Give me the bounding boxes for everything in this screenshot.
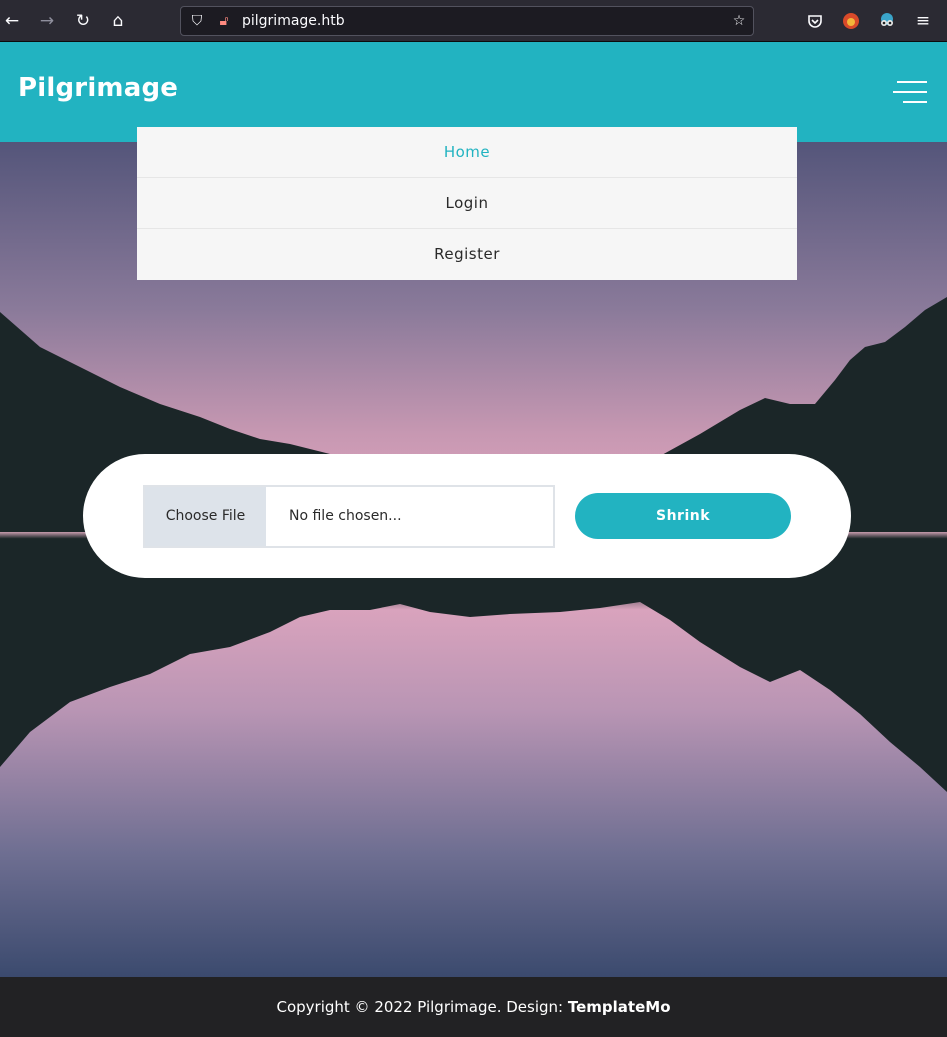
- lock-warning-icon[interactable]: 🔓︎: [214, 11, 234, 31]
- upload-form: Choose File No file chosen... Shrink: [83, 454, 851, 578]
- file-input[interactable]: Choose File No file chosen...: [143, 485, 555, 548]
- menu-item-login[interactable]: Login: [137, 178, 797, 229]
- extension-icon[interactable]: [875, 9, 899, 33]
- shrink-button[interactable]: Shrink: [575, 493, 791, 539]
- menu-item-register[interactable]: Register: [137, 229, 797, 280]
- nav-dropdown-menu: Home Login Register: [137, 127, 797, 280]
- menu-icon[interactable]: ≡: [911, 9, 935, 33]
- menu-item-home[interactable]: Home: [137, 127, 797, 178]
- templatemo-link[interactable]: TemplateMo: [568, 998, 671, 1016]
- site-footer: Copyright © 2022 Pilgrimage. Design: Tem…: [0, 977, 947, 1037]
- pocket-icon[interactable]: [803, 9, 827, 33]
- copyright-text: Copyright © 2022 Pilgrimage. Design:: [276, 998, 568, 1016]
- reload-button[interactable]: ↻: [71, 9, 95, 33]
- choose-file-button[interactable]: Choose File: [145, 487, 266, 546]
- browser-toolbar: ← → ↻ ⌂ ⛉ 🔓︎ pilgrimage.htb ☆ ≡: [0, 0, 947, 42]
- star-icon[interactable]: ☆: [729, 11, 749, 31]
- home-button[interactable]: ⌂: [106, 9, 130, 33]
- shield-icon[interactable]: ⛉: [187, 11, 207, 31]
- forward-button[interactable]: →: [35, 9, 59, 33]
- brand-logo[interactable]: Pilgrimage: [18, 73, 178, 103]
- hamburger-menu-icon[interactable]: [893, 79, 927, 105]
- url-bar[interactable]: ⛉ 🔓︎ pilgrimage.htb ☆: [180, 6, 754, 36]
- file-status-text: No file chosen...: [289, 508, 402, 524]
- back-button[interactable]: ←: [0, 9, 24, 33]
- extension-icon[interactable]: [839, 9, 863, 33]
- url-text[interactable]: pilgrimage.htb: [242, 13, 345, 29]
